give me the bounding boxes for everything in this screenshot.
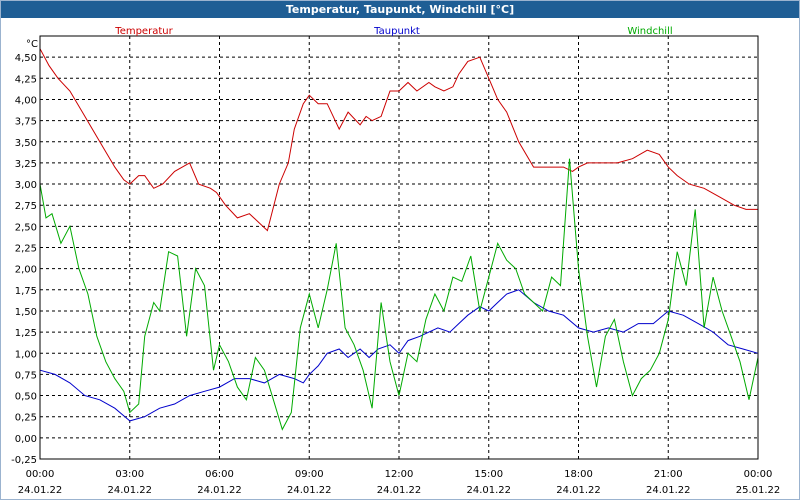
y-tick-label: 2,75 [15, 201, 37, 212]
x-tick-time: 09:00 [295, 469, 324, 480]
x-tick-date: 25.01.22 [736, 485, 781, 496]
y-tick-label: 2,25 [15, 244, 37, 255]
x-tick-time: 00:00 [26, 469, 55, 480]
line-chart: -0,25 0,00 0,25 0,50 0,75 1,00 1,25 1,50 1,75 2,0… [11, 26, 781, 496]
x-tick-time: 21:00 [654, 469, 683, 480]
y-tick-label: 3,25 [15, 159, 37, 170]
y-tick-label: 0,25 [15, 413, 37, 424]
y-tick-label: 4,00 [15, 95, 37, 106]
x-tick-time: 03:00 [115, 469, 144, 480]
x-tick-date: 24.01.22 [466, 485, 511, 496]
y-tick-label: 2,00 [15, 265, 37, 276]
legend-item-temperatur: Temperatur [114, 26, 173, 37]
x-tick-date: 24.01.22 [556, 485, 601, 496]
legend-item-windchill: Windchill [627, 26, 672, 37]
y-tick-label: 1,75 [15, 286, 37, 297]
x-tick-time: 00:00 [744, 469, 773, 480]
legend-item-taupunkt: Taupunkt [373, 26, 420, 37]
y-tick-label: 3,75 [15, 117, 37, 128]
y-tick-label: 0,75 [15, 370, 37, 381]
x-tick-time: 18:00 [564, 469, 593, 480]
x-tick-date: 24.01.22 [107, 485, 152, 496]
y-tick-label: 1,50 [15, 307, 37, 318]
legend: Temperatur Taupunkt Windchill [114, 26, 672, 37]
y-tick-label: 4,50 [15, 53, 37, 64]
x-tick-date: 24.01.22 [18, 485, 63, 496]
x-tick-time: 06:00 [205, 469, 234, 480]
y-tick-label: 4,25 [15, 74, 37, 85]
y-tick-label: 3,00 [15, 180, 37, 191]
y-tick-label: 0,00 [15, 434, 37, 445]
x-axis-labels: 00:00 24.01.22 03:00 24.01.22 06:00 24.01.22 0… [18, 469, 781, 496]
x-tick-date: 24.01.22 [646, 485, 691, 496]
x-tick-date: 24.01.22 [287, 485, 332, 496]
y-tick-label: 3,50 [15, 138, 37, 149]
y-tick-label: 2,50 [15, 222, 37, 233]
y-axis-unit: °C [26, 39, 38, 50]
x-tick-time: 15:00 [474, 469, 503, 480]
y-tick-label: 0,50 [15, 392, 37, 403]
x-tick-time: 12:00 [385, 469, 414, 480]
y-tick-label: -0,25 [11, 455, 37, 466]
x-tick-date: 24.01.22 [197, 485, 242, 496]
y-tick-label: 1,00 [15, 349, 37, 360]
y-tick-label: 1,25 [15, 328, 37, 339]
y-axis-labels: -0,25 0,00 0,25 0,50 0,75 1,00 1,25 1,50 1,75 2,0… [11, 53, 37, 466]
x-tick-date: 24.01.22 [377, 485, 422, 496]
